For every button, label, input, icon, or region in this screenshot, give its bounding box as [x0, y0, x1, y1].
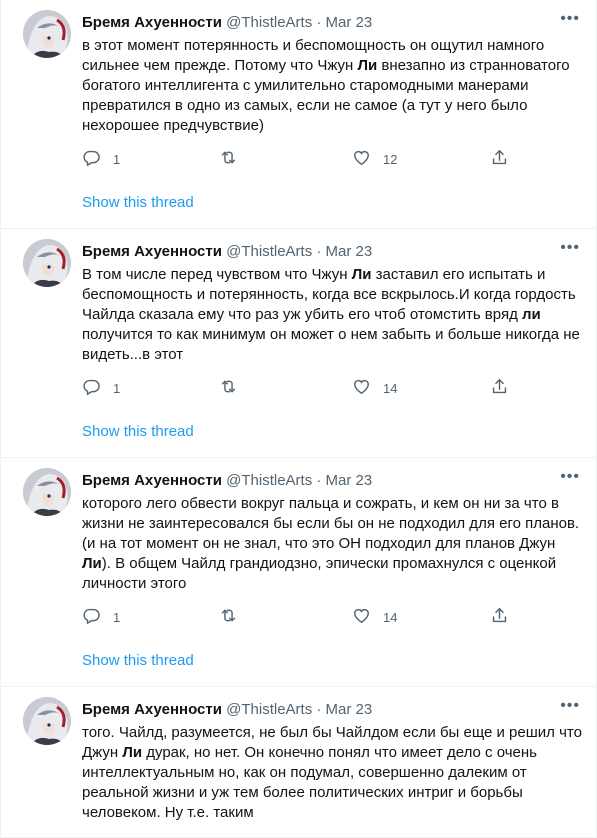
author-handle[interactable]: @ThistleArts: [226, 472, 312, 489]
reply-button[interactable]: 1: [82, 606, 120, 628]
like-button[interactable]: 14: [352, 606, 397, 628]
reply-count: 1: [113, 380, 121, 396]
author-name[interactable]: Бремя Ахуенности: [82, 472, 222, 489]
tweet-header: Бремя Ахуенности @ThistleArts · Mar 23: [82, 471, 580, 491]
reply-icon: [82, 606, 101, 628]
tweet[interactable]: Бремя Ахуенности @ThistleArts · Mar 23 •…: [1, 229, 596, 458]
tweet-header: Бремя Ахуенности @ThistleArts · Mar 23: [82, 13, 580, 33]
tweet-text: В том числе перед чувством что Чжун Ли з…: [82, 265, 582, 365]
like-icon: [352, 606, 371, 628]
bold-word: Ли: [122, 744, 143, 761]
reply-icon: [82, 377, 101, 399]
share-icon: [490, 148, 509, 170]
text-fragment: ). В общем Чайлд грандиодзно, эпически п…: [82, 555, 557, 592]
author-name[interactable]: Бремя Ахуенности: [82, 701, 222, 718]
author-name[interactable]: Бремя Ахуенности: [82, 14, 222, 31]
like-count: 14: [383, 609, 398, 625]
tweet-date[interactable]: Mar 23: [326, 472, 373, 489]
text-fragment: получится то как минимум он может о нем …: [82, 326, 580, 363]
tweet-text: которого лего обвести вокруг пальца и со…: [82, 494, 582, 594]
share-button[interactable]: [490, 377, 509, 399]
show-thread-link[interactable]: Show this thread: [82, 423, 194, 440]
more-options-icon[interactable]: •••: [560, 9, 580, 29]
author-handle[interactable]: @ThistleArts: [226, 14, 312, 31]
share-button[interactable]: [490, 606, 509, 628]
bold-word: ли: [522, 306, 541, 323]
bold-word: Ли: [357, 57, 378, 74]
reply-icon: [82, 148, 101, 170]
tweet[interactable]: Бремя Ахуенности @ThistleArts · Mar 23 •…: [1, 687, 596, 838]
tweet-content: Бремя Ахуенности @ThistleArts · Mar 23 •…: [82, 10, 582, 136]
avatar[interactable]: [23, 468, 71, 516]
share-icon: [490, 606, 509, 628]
tweet-date[interactable]: Mar 23: [326, 701, 373, 718]
like-button[interactable]: 14: [352, 377, 397, 399]
author-handle[interactable]: @ThistleArts: [226, 701, 312, 718]
tweet-text: в этот момент потерянность и беспомощнос…: [82, 36, 582, 136]
reply-count: 1: [113, 609, 121, 625]
like-icon: [352, 148, 371, 170]
author-handle[interactable]: @ThistleArts: [226, 243, 312, 260]
author-name[interactable]: Бремя Ахуенности: [82, 243, 222, 260]
separator: ·: [316, 243, 322, 260]
like-button[interactable]: 12: [352, 148, 397, 170]
more-options-icon[interactable]: •••: [560, 238, 580, 258]
retweet-button[interactable]: [219, 377, 250, 399]
text-fragment: дурак, но нет. Он конечно понял что имее…: [82, 744, 537, 821]
separator: ·: [316, 14, 322, 31]
tweet-date[interactable]: Mar 23: [326, 243, 373, 260]
retweet-icon: [219, 606, 238, 628]
tweet[interactable]: Бремя Ахуенности @ThistleArts · Mar 23 •…: [1, 0, 596, 229]
text-fragment: В том числе перед чувством что Чжун: [82, 266, 352, 283]
avatar[interactable]: [23, 10, 71, 58]
like-icon: [352, 377, 371, 399]
avatar[interactable]: [23, 697, 71, 745]
separator: ·: [316, 472, 322, 489]
reply-count: 1: [113, 151, 121, 167]
tweet-text: того. Чайлд, разумеется, не был бы Чайлд…: [82, 723, 582, 823]
show-thread-link[interactable]: Show this thread: [82, 194, 194, 211]
separator: ·: [316, 701, 322, 718]
show-thread-link[interactable]: Show this thread: [82, 652, 194, 669]
tweet-header: Бремя Ахуенности @ThistleArts · Mar 23: [82, 700, 580, 720]
tweet[interactable]: Бремя Ахуенности @ThistleArts · Mar 23 •…: [1, 458, 596, 687]
tweet-content: Бремя Ахуенности @ThistleArts · Mar 23 •…: [82, 239, 582, 365]
more-options-icon[interactable]: •••: [560, 467, 580, 487]
retweet-icon: [219, 377, 238, 399]
more-options-icon[interactable]: •••: [560, 696, 580, 716]
avatar[interactable]: [23, 239, 71, 287]
bold-word: Ли: [82, 555, 102, 572]
retweet-icon: [219, 148, 238, 170]
tweet-actions: 1 14: [82, 606, 512, 630]
tweet-actions: 1 14: [82, 377, 512, 401]
timeline: Бремя Ахуенности @ThistleArts · Mar 23 •…: [1, 0, 596, 838]
bold-word: Ли: [351, 266, 372, 283]
tweet-actions: 1 12: [82, 148, 512, 172]
share-icon: [490, 377, 509, 399]
reply-button[interactable]: 1: [82, 148, 120, 170]
reply-button[interactable]: 1: [82, 377, 120, 399]
share-button[interactable]: [490, 148, 509, 170]
retweet-button[interactable]: [219, 606, 250, 628]
tweet-date[interactable]: Mar 23: [326, 14, 373, 31]
like-count: 14: [383, 380, 398, 396]
text-fragment: которого лего обвести вокруг пальца и со…: [82, 495, 580, 552]
tweet-content: Бремя Ахуенности @ThistleArts · Mar 23 •…: [82, 697, 582, 823]
tweet-header: Бремя Ахуенности @ThistleArts · Mar 23: [82, 242, 580, 262]
like-count: 12: [383, 151, 398, 167]
retweet-button[interactable]: [219, 148, 250, 170]
tweet-content: Бремя Ахуенности @ThistleArts · Mar 23 •…: [82, 468, 582, 594]
